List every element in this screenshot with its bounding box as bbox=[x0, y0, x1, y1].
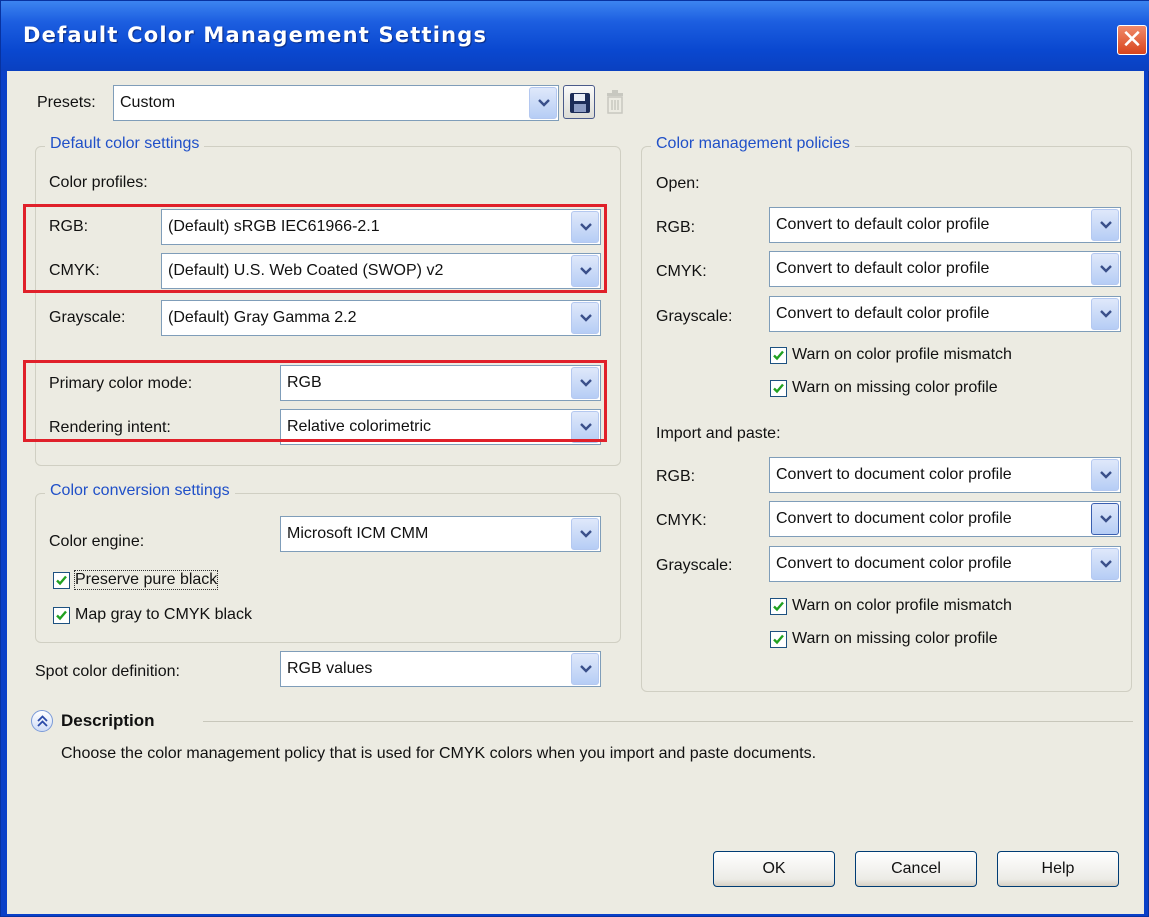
color-engine-dropdown[interactable]: Microsoft ICM CMM bbox=[280, 516, 601, 552]
import-grayscale-policy-dropdown[interactable]: Convert to document color profile bbox=[769, 546, 1121, 582]
grayscale-profile-label: Grayscale: bbox=[49, 309, 126, 326]
import-cmyk-label: CMYK: bbox=[656, 512, 707, 529]
ok-button[interactable]: OK bbox=[713, 851, 835, 887]
delete-preset-button[interactable] bbox=[599, 85, 631, 119]
close-icon: ✕ bbox=[1121, 24, 1143, 54]
checkmark-icon bbox=[773, 350, 784, 361]
highlight-box-mode-intent bbox=[23, 360, 607, 442]
chevron-down-icon[interactable] bbox=[1091, 253, 1119, 285]
import-rgb-policy-value: Convert to document color profile bbox=[776, 466, 1012, 483]
chevron-down-icon[interactable] bbox=[1091, 298, 1119, 330]
chevron-down-icon[interactable] bbox=[529, 87, 557, 119]
default-color-settings-legend: Default color settings bbox=[45, 135, 205, 153]
close-button[interactable]: ✕ bbox=[1117, 25, 1147, 55]
collapse-description-button[interactable] bbox=[31, 710, 53, 732]
open-warn-missing-checkbox[interactable] bbox=[770, 380, 787, 397]
color-management-policies-legend: Color management policies bbox=[651, 135, 855, 153]
checkmark-icon bbox=[773, 383, 784, 394]
open-warn-missing-label[interactable]: Warn on missing color profile bbox=[792, 379, 998, 397]
presets-label: Presets: bbox=[37, 94, 96, 111]
import-warn-missing-label[interactable]: Warn on missing color profile bbox=[792, 630, 998, 648]
grayscale-profile-dropdown[interactable]: (Default) Gray Gamma 2.2 bbox=[161, 300, 601, 336]
import-grayscale-policy-value: Convert to document color profile bbox=[776, 555, 1012, 572]
dialog-client: Presets: Custom Default color settings C… bbox=[7, 71, 1144, 914]
chevron-down-icon[interactable] bbox=[571, 302, 599, 334]
open-rgb-policy-dropdown[interactable]: Convert to default color profile bbox=[769, 207, 1121, 243]
save-preset-button[interactable] bbox=[563, 85, 595, 119]
import-warn-missing-checkbox[interactable] bbox=[770, 631, 787, 648]
save-icon bbox=[570, 93, 590, 113]
chevron-down-icon[interactable] bbox=[1091, 548, 1119, 580]
import-cmyk-policy-dropdown[interactable]: Convert to document color profile bbox=[769, 501, 1121, 537]
checkmark-icon bbox=[56, 575, 67, 586]
title-bar[interactable]: Default Color Management Settings ✕ bbox=[1, 1, 1149, 71]
open-grayscale-policy-value: Convert to default color profile bbox=[776, 305, 990, 322]
open-warn-mismatch-label[interactable]: Warn on color profile mismatch bbox=[792, 346, 1012, 364]
description-heading: Description bbox=[61, 711, 155, 730]
dialog-window: Default Color Management Settings ✕ Pres… bbox=[0, 0, 1149, 917]
description-text: Choose the color management policy that … bbox=[61, 745, 817, 762]
preserve-pure-black-label[interactable]: Preserve pure black bbox=[73, 570, 219, 590]
trash-icon bbox=[607, 90, 623, 114]
presets-value: Custom bbox=[120, 94, 176, 111]
import-grayscale-label: Grayscale: bbox=[656, 557, 733, 574]
dialog-title: Default Color Management Settings bbox=[23, 23, 488, 47]
presets-dropdown[interactable]: Custom bbox=[113, 85, 559, 121]
import-paste-section-label: Import and paste: bbox=[656, 425, 781, 442]
spot-color-definition-dropdown[interactable]: RGB values bbox=[280, 651, 601, 687]
open-cmyk-policy-value: Convert to default color profile bbox=[776, 260, 990, 277]
open-cmyk-label: CMYK: bbox=[656, 263, 707, 280]
color-profiles-label: Color profiles: bbox=[49, 174, 148, 191]
preserve-pure-black-checkbox[interactable] bbox=[53, 572, 70, 589]
chevron-down-icon[interactable] bbox=[1091, 503, 1119, 535]
map-gray-to-cmyk-black-label[interactable]: Map gray to CMYK black bbox=[75, 606, 252, 624]
checkmark-icon bbox=[773, 601, 784, 612]
chevron-down-icon[interactable] bbox=[571, 653, 599, 685]
cancel-button[interactable]: Cancel bbox=[855, 851, 977, 887]
highlight-box-profiles bbox=[23, 204, 607, 293]
description-divider bbox=[203, 721, 1133, 722]
open-rgb-policy-value: Convert to default color profile bbox=[776, 216, 990, 233]
color-engine-label: Color engine: bbox=[49, 533, 145, 550]
import-rgb-policy-dropdown[interactable]: Convert to document color profile bbox=[769, 457, 1121, 493]
open-grayscale-policy-dropdown[interactable]: Convert to default color profile bbox=[769, 296, 1121, 332]
help-button[interactable]: Help bbox=[997, 851, 1119, 887]
import-cmyk-policy-value: Convert to document color profile bbox=[776, 510, 1012, 527]
checkmark-icon bbox=[56, 610, 67, 621]
import-warn-mismatch-label[interactable]: Warn on color profile mismatch bbox=[792, 597, 1012, 615]
open-rgb-label: RGB: bbox=[656, 219, 696, 236]
import-rgb-label: RGB: bbox=[656, 468, 696, 485]
chevron-down-icon[interactable] bbox=[571, 518, 599, 550]
open-cmyk-policy-dropdown[interactable]: Convert to default color profile bbox=[769, 251, 1121, 287]
grayscale-profile-value: (Default) Gray Gamma 2.2 bbox=[168, 309, 357, 326]
open-section-label: Open: bbox=[656, 175, 700, 192]
open-warn-mismatch-checkbox[interactable] bbox=[770, 347, 787, 364]
import-warn-mismatch-checkbox[interactable] bbox=[770, 598, 787, 615]
spot-color-definition-value: RGB values bbox=[287, 660, 373, 677]
color-engine-value: Microsoft ICM CMM bbox=[287, 525, 429, 542]
checkmark-icon bbox=[773, 634, 784, 645]
map-gray-to-cmyk-black-checkbox[interactable] bbox=[53, 607, 70, 624]
chevron-down-icon[interactable] bbox=[1091, 459, 1119, 491]
color-conversion-settings-legend: Color conversion settings bbox=[45, 482, 235, 500]
open-grayscale-label: Grayscale: bbox=[656, 308, 733, 325]
chevron-down-icon[interactable] bbox=[1091, 209, 1119, 241]
chevron-double-up-icon bbox=[37, 715, 48, 727]
spot-color-definition-label: Spot color definition: bbox=[35, 663, 180, 680]
